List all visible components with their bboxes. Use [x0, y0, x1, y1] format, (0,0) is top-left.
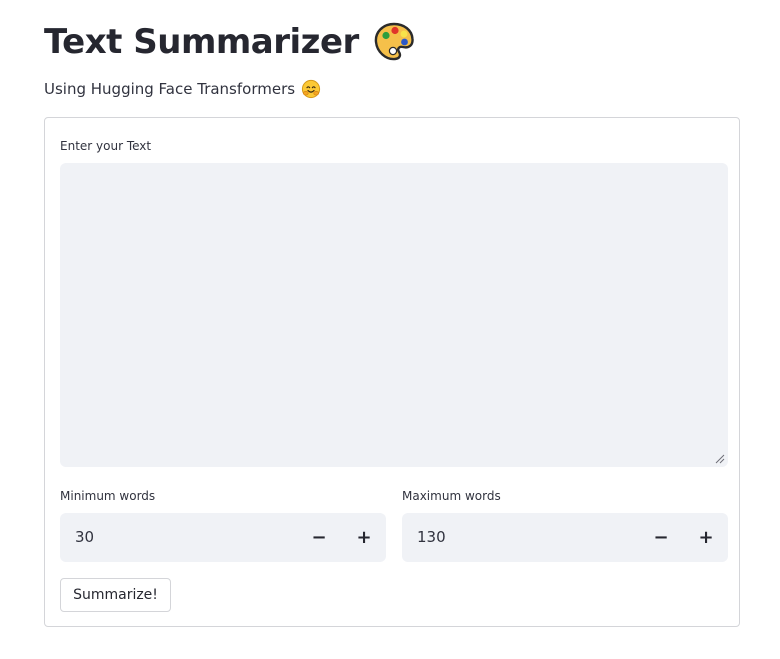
min-words-value[interactable]: 30 — [75, 513, 94, 562]
resize-handle-icon[interactable] — [715, 454, 725, 464]
text-input-label: Enter your Text — [60, 139, 152, 153]
max-words-decrement-button[interactable]: − — [639, 513, 683, 562]
text-input[interactable] — [60, 163, 728, 467]
hugging-face-icon — [301, 79, 321, 99]
summarize-button[interactable]: Summarize! — [60, 578, 171, 612]
min-words-input[interactable]: 30 − + — [60, 513, 386, 562]
page-title: Text Summarizer — [44, 22, 359, 62]
subtitle-row: Using Hugging Face Transformers — [44, 78, 321, 100]
min-words-label: Minimum words — [60, 489, 156, 503]
artist-palette-icon — [374, 22, 414, 61]
min-words-decrement-button[interactable]: − — [297, 513, 341, 562]
min-words-increment-button[interactable]: + — [342, 513, 386, 562]
max-words-input[interactable]: 130 − + — [402, 513, 728, 562]
app-page: Text Summarizer Using Hugging Face Trans… — [0, 0, 780, 659]
max-words-increment-button[interactable]: + — [684, 513, 728, 562]
max-words-value[interactable]: 130 — [417, 513, 446, 562]
page-subtitle: Using Hugging Face Transformers — [44, 80, 296, 98]
title-row: Text Summarizer — [44, 18, 415, 66]
summarizer-form: Enter your Text Minimum words 30 − + Max… — [44, 117, 740, 627]
max-words-label: Maximum words — [402, 489, 501, 503]
